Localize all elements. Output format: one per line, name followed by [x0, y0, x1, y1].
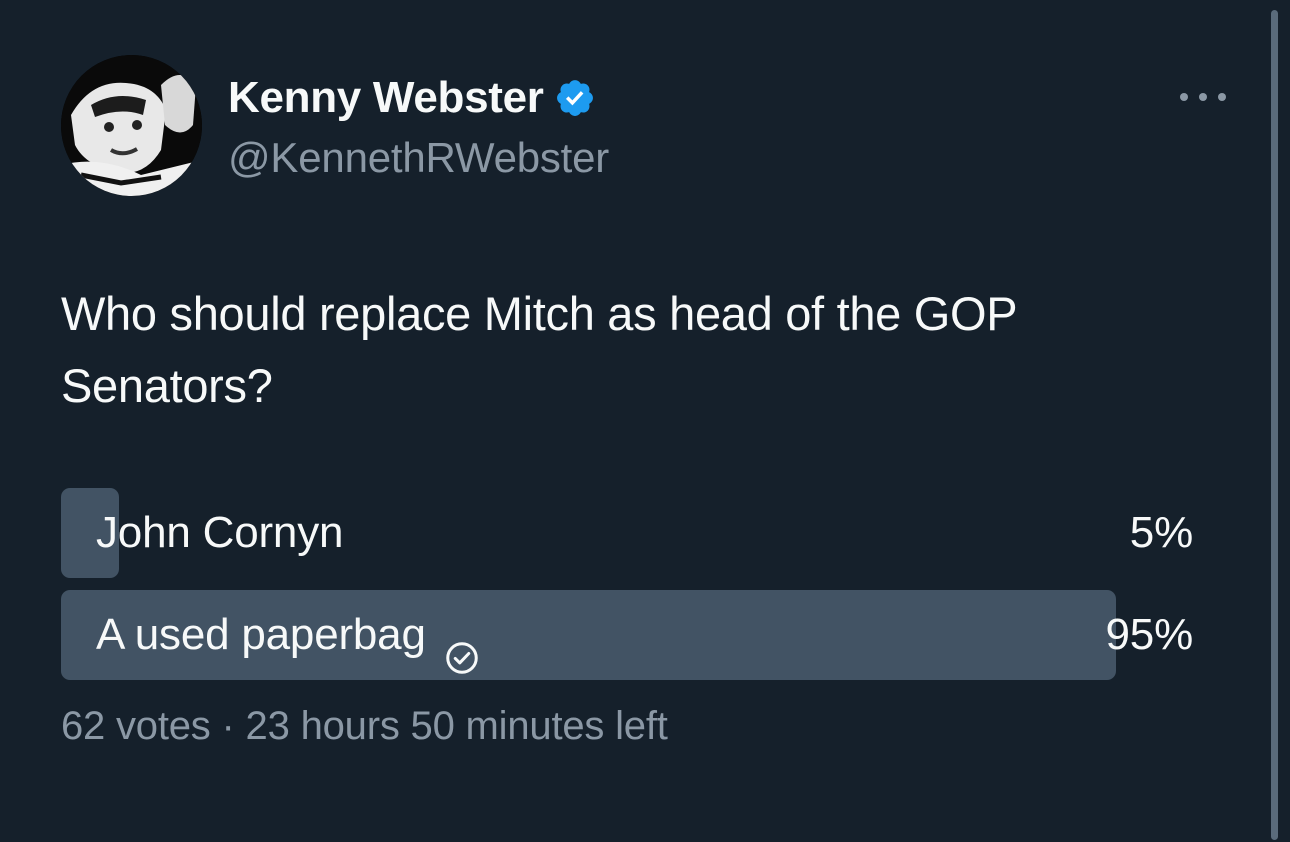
poll-option-john-cornyn: John Cornyn 5%: [61, 488, 1193, 578]
author-name-row[interactable]: Kenny Webster: [228, 72, 596, 124]
poll-meta: 62 votes · 23 hours 50 minutes left: [61, 704, 668, 748]
author-handle[interactable]: @KennethRWebster: [228, 134, 609, 182]
poll-option-used-paperbag: A used paperbag 95%: [61, 590, 1193, 680]
poll-option-percent: 95%: [1105, 610, 1194, 659]
tweet-card: Kenny Webster @KennethRWebster Who shoul…: [0, 0, 1290, 842]
avatar-image: [61, 55, 202, 196]
scrollbar[interactable]: [1271, 10, 1278, 840]
author-display-name[interactable]: Kenny Webster: [228, 73, 544, 123]
avatar[interactable]: [61, 55, 202, 196]
tweet-text: Who should replace Mitch as head of the …: [61, 287, 1017, 412]
verified-badge-icon[interactable]: [554, 77, 596, 119]
more-horizontal-icon[interactable]: [1180, 84, 1226, 110]
poll-option-label: John Cornyn: [96, 488, 343, 578]
more-dot: [1218, 93, 1226, 101]
more-dot: [1199, 93, 1207, 101]
poll-option-text: John Cornyn: [96, 508, 344, 557]
poll-option-label: A used paperbag: [96, 590, 480, 680]
more-dot: [1180, 93, 1188, 101]
check-circle-icon: [444, 617, 480, 674]
poll-option-percent: 5%: [1129, 508, 1193, 557]
poll-option-text: A used paperbag: [96, 610, 426, 659]
